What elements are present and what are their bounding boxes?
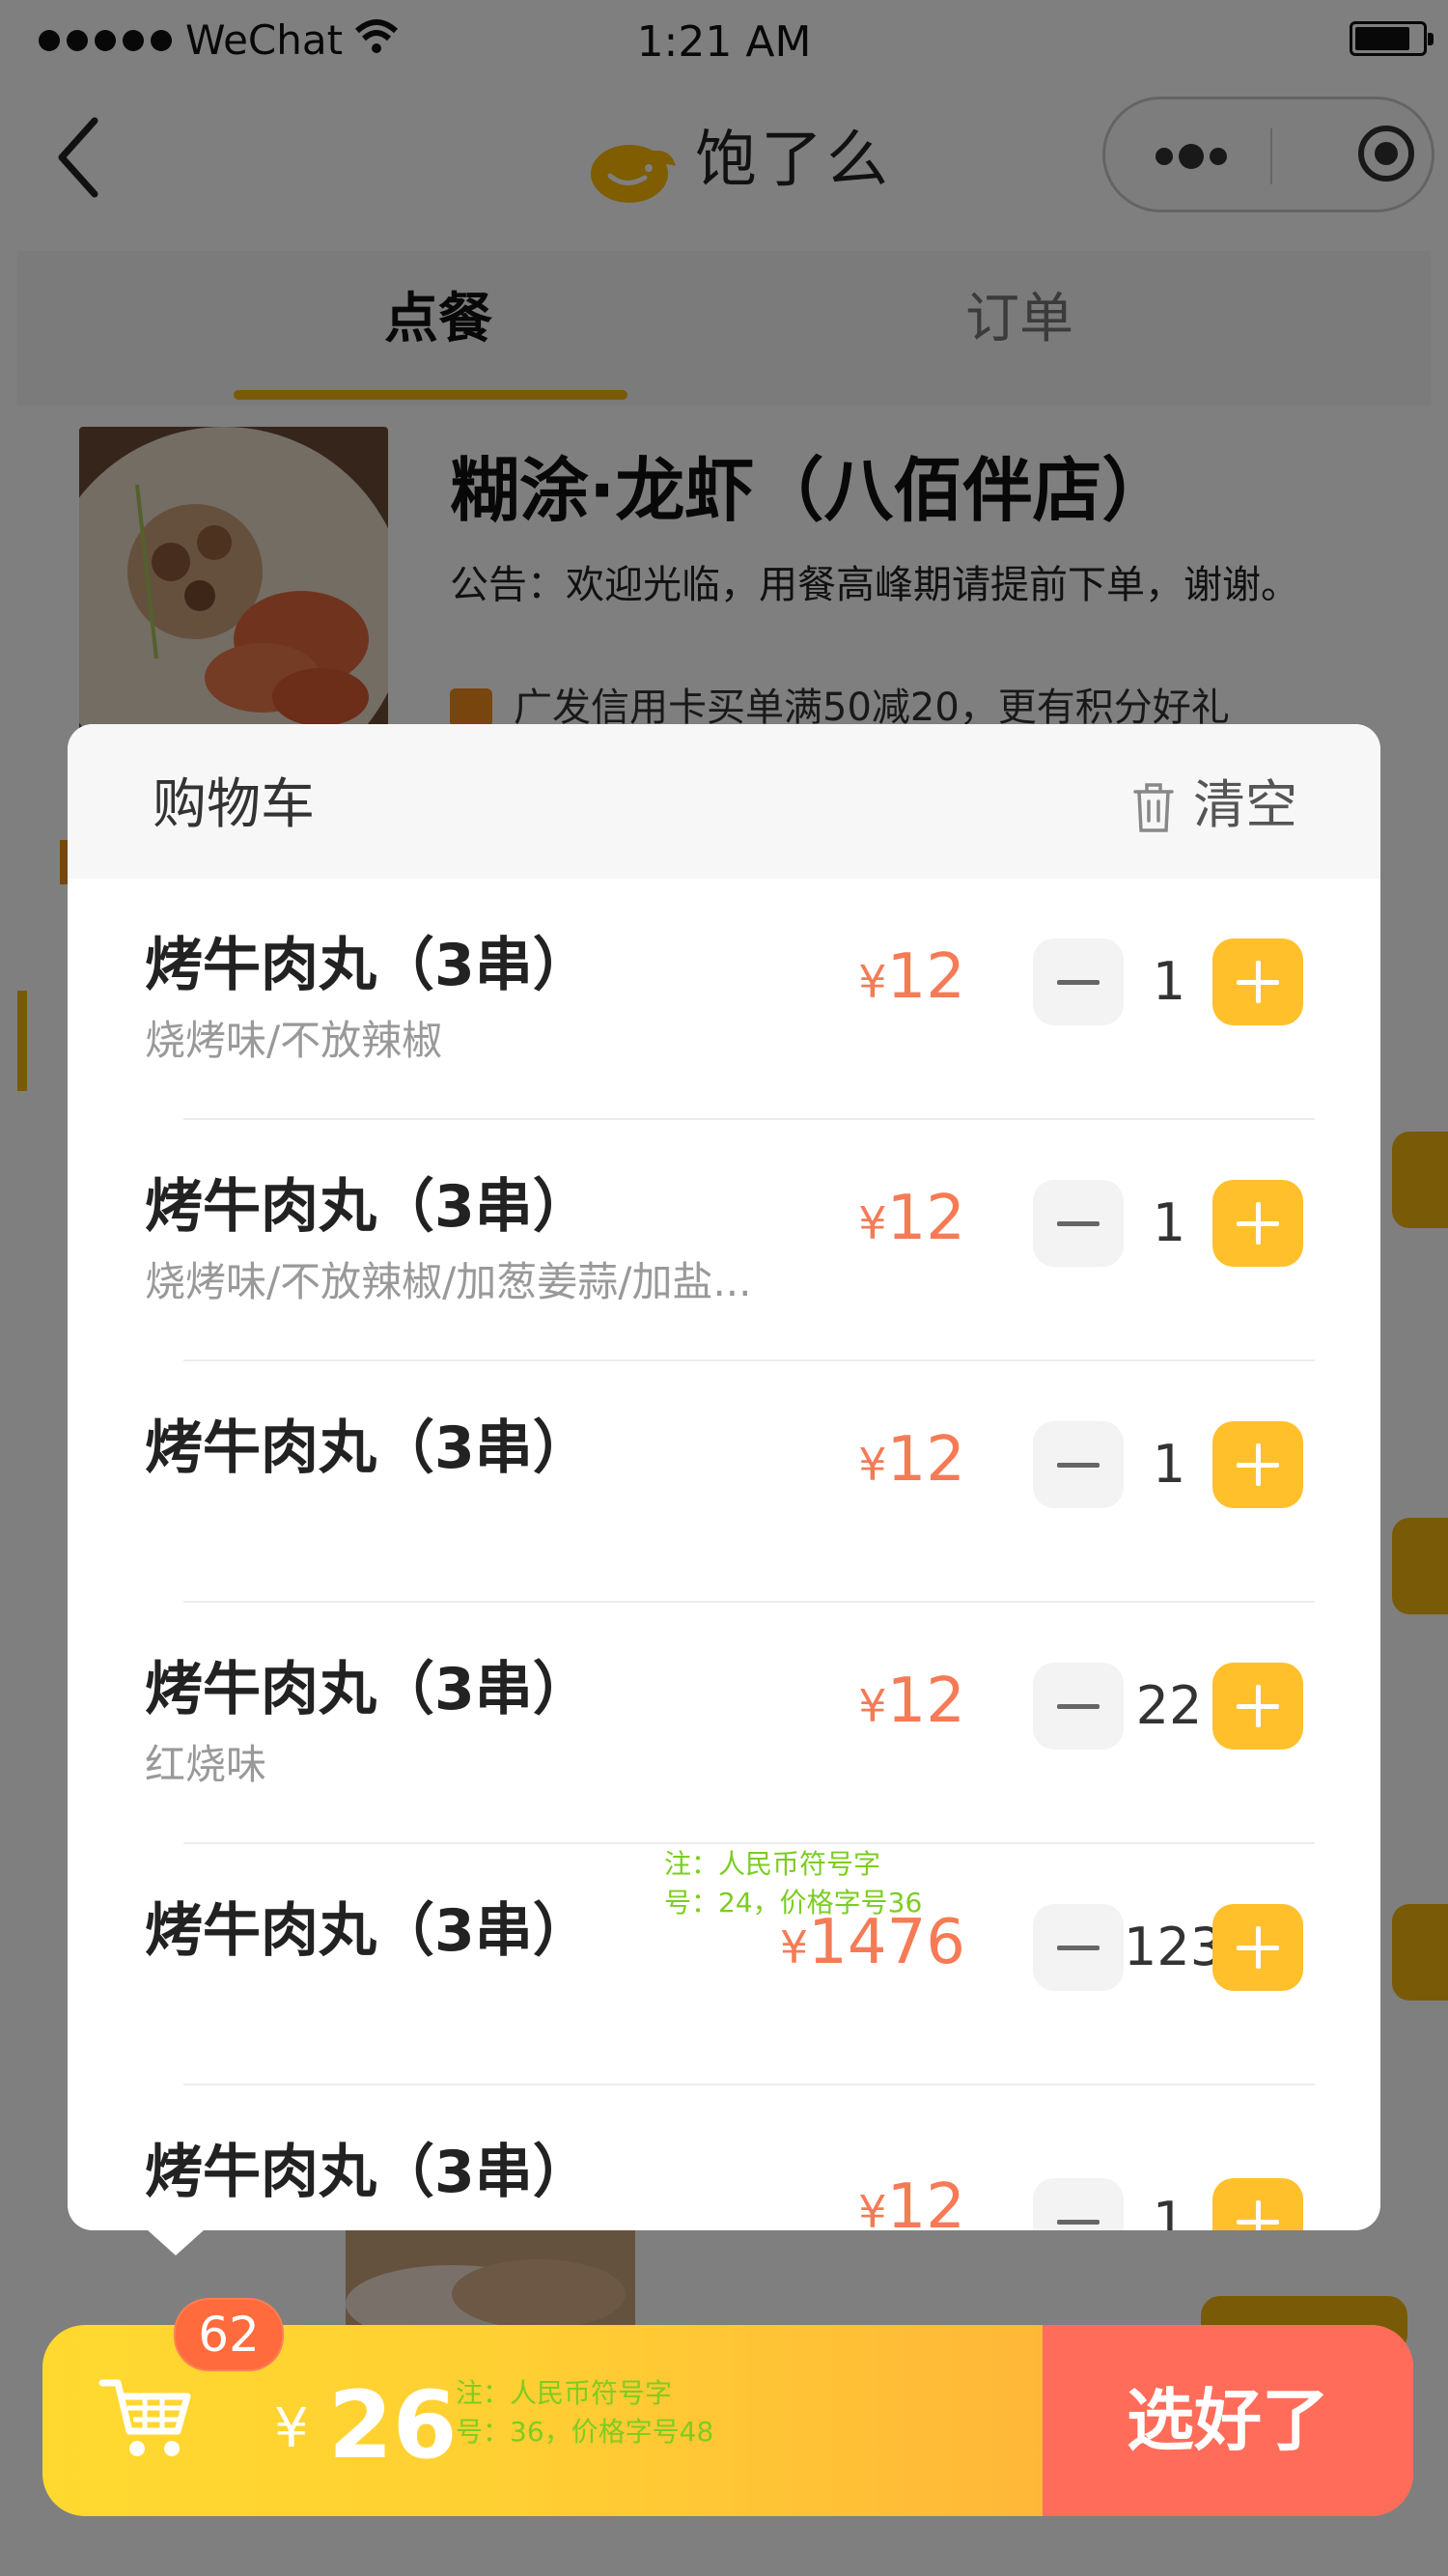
item-name: 烤牛肉丸（3串） <box>145 2139 591 2206</box>
item-quantity: 1 <box>1152 2191 1186 2230</box>
currency-symbol: ¥ <box>858 1680 887 1732</box>
item-name: 烤牛肉丸（3串） <box>145 1656 591 1723</box>
cart-item: 烤牛肉丸（3串） ¥12 1 <box>68 1361 1380 1603</box>
item-spec: 烧烤味/不放辣椒 <box>145 1017 443 1064</box>
currency-symbol: ¥ <box>858 2186 887 2230</box>
annotation-note: 注：人民币符号字 <box>456 2377 673 2409</box>
trash-icon[interactable] <box>1131 780 1176 834</box>
total-currency-symbol: ¥ <box>274 2397 309 2460</box>
item-price: ¥12 <box>858 933 965 1026</box>
item-price: ¥12 <box>858 1415 965 1509</box>
increase-button[interactable] <box>1212 938 1303 1025</box>
price-value: 12 <box>886 2171 965 2230</box>
cart-header: 购物车 清空 <box>68 724 1380 879</box>
price-value: 12 <box>886 1666 965 1737</box>
item-quantity: 1 <box>1152 951 1186 1012</box>
item-price: ¥12 <box>858 1657 965 1750</box>
cart-title: 购物车 <box>153 773 315 836</box>
popup-pointer <box>137 2221 214 2255</box>
item-name: 烤牛肉丸（3串） <box>145 932 591 999</box>
clear-cart-button[interactable]: 清空 <box>1193 767 1297 844</box>
cart-item: 烤牛肉丸（3串） 红烧味 ¥12 22 <box>68 1603 1380 1844</box>
price-value: 12 <box>886 941 965 1013</box>
item-spec: 烧烤味/不放辣椒/加葱姜蒜/加盐... <box>145 1258 752 1305</box>
decrease-button[interactable] <box>1033 1904 1124 1991</box>
cart-count-badge: 62 <box>174 2298 284 2371</box>
increase-button[interactable] <box>1212 1180 1303 1267</box>
item-price: ¥12 <box>858 2163 965 2230</box>
item-price: ¥12 <box>858 1174 965 1268</box>
annotation-note: 号：36，价格字号48 <box>456 2416 714 2448</box>
cart-icon[interactable] <box>98 2369 195 2466</box>
item-quantity: 1 <box>1152 1434 1186 1495</box>
increase-button[interactable] <box>1212 1663 1303 1750</box>
price-value: 12 <box>886 1183 965 1254</box>
item-name: 烤牛肉丸（3串） <box>145 1897 591 1965</box>
currency-symbol: ¥ <box>858 1439 887 1491</box>
increase-button[interactable] <box>1212 2178 1303 2230</box>
cart-total-price: 26 <box>328 2371 458 2479</box>
decrease-button[interactable] <box>1033 1180 1124 1267</box>
currency-symbol: ¥ <box>779 1921 809 1974</box>
increase-button[interactable] <box>1212 1421 1303 1508</box>
price-value: 12 <box>886 1424 965 1496</box>
price-value: 1476 <box>808 1907 965 1978</box>
annotation-note: 注：人民币符号字 <box>664 1848 881 1880</box>
increase-button[interactable] <box>1212 1904 1303 1991</box>
cart-popup: 购物车 清空 烤牛肉丸（3串） 烧烤味/不放辣椒 ¥12 1 烤牛肉丸（3串） … <box>68 724 1380 2230</box>
item-quantity: 22 <box>1135 1675 1203 1736</box>
item-name: 烤牛肉丸（3串） <box>145 1414 591 1482</box>
item-name: 烤牛肉丸（3串） <box>145 1173 591 1241</box>
cart-item: 烤牛肉丸（3串） ¥12 1 <box>68 2086 1380 2230</box>
item-quantity: 123 <box>1124 1917 1224 1977</box>
item-spec: 红烧味 <box>145 1741 267 1788</box>
decrease-button[interactable] <box>1033 1663 1124 1750</box>
cart-item: 烤牛肉丸（3串） 烧烤味/不放辣椒/加葱姜蒜/加盐... ¥12 1 <box>68 1120 1380 1361</box>
cart-item: 烤牛肉丸（3串） 烧烤味/不放辣椒 ¥12 1 <box>68 879 1380 1120</box>
currency-symbol: ¥ <box>858 1197 887 1249</box>
currency-symbol: ¥ <box>858 956 887 1008</box>
decrease-button[interactable] <box>1033 1421 1124 1508</box>
item-price: ¥1476 <box>780 1898 965 1992</box>
checkout-button[interactable]: 选好了 <box>1043 2325 1413 2516</box>
item-quantity: 1 <box>1152 1192 1186 1253</box>
cart-item: 注：人民币符号字 号：24，价格字号36 烤牛肉丸（3串） ¥1476 123 <box>68 1844 1380 2086</box>
decrease-button[interactable] <box>1033 938 1124 1025</box>
decrease-button[interactable] <box>1033 2178 1124 2230</box>
